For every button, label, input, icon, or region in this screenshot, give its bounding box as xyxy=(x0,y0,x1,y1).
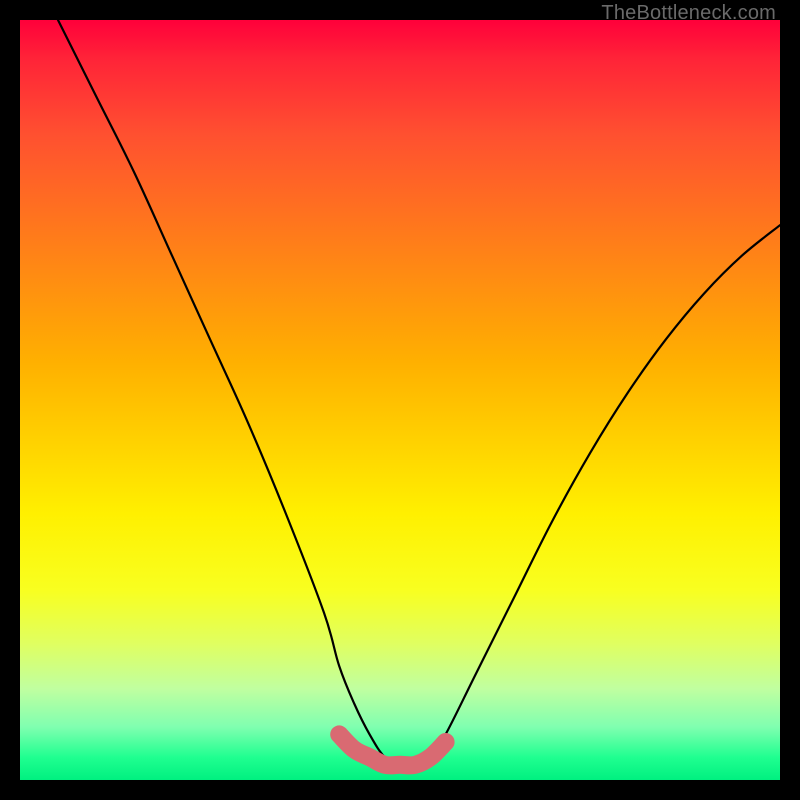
watermark-text: TheBottleneck.com xyxy=(601,2,776,25)
data-curve xyxy=(58,20,780,766)
plot-area xyxy=(20,20,780,780)
chart-frame: TheBottleneck.com xyxy=(0,0,800,800)
curve-svg xyxy=(20,20,780,780)
trough-highlight xyxy=(339,734,445,765)
